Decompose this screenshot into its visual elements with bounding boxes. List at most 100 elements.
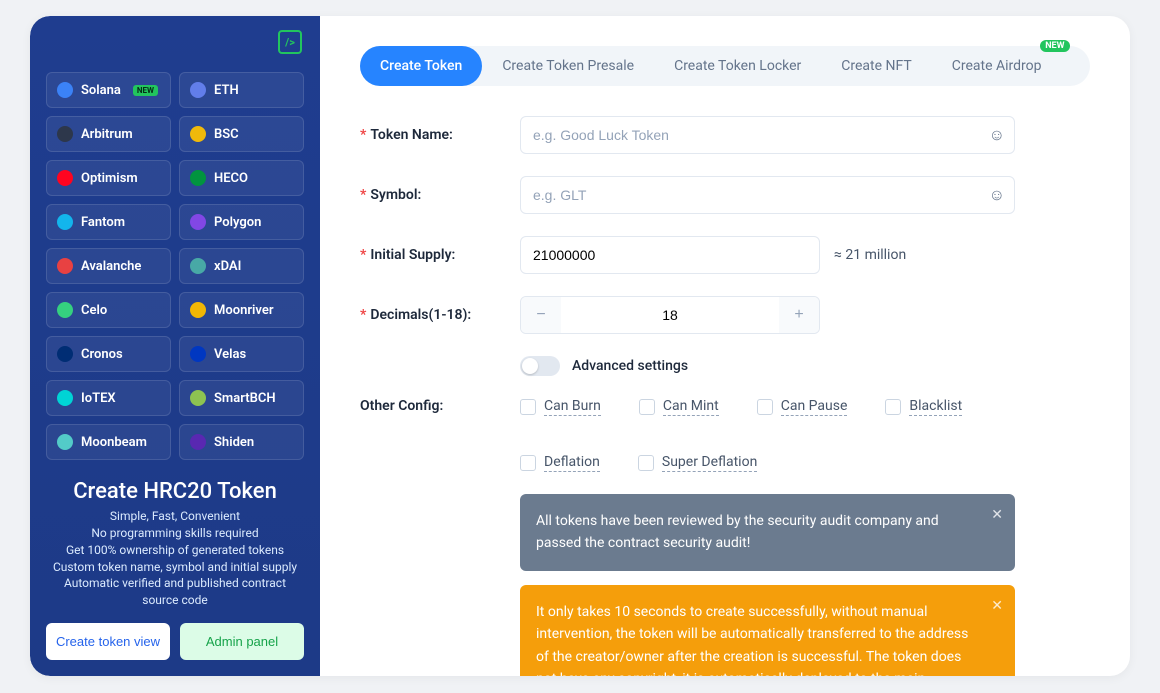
chain-label: Velas xyxy=(214,347,246,362)
chain-icon xyxy=(190,434,206,450)
chain-icon xyxy=(190,390,206,406)
chain-optimism[interactable]: Optimism xyxy=(46,160,171,196)
chain-label: Moonriver xyxy=(214,303,274,318)
chain-icon xyxy=(57,126,73,142)
row-decimals: *Decimals(1-18): − + xyxy=(360,296,1090,334)
chain-label: Moonbeam xyxy=(81,435,147,450)
initial-supply-input[interactable] xyxy=(520,236,820,274)
chain-moonriver[interactable]: Moonriver xyxy=(179,292,304,328)
chain-icon xyxy=(190,170,206,186)
chain-heco[interactable]: HECO xyxy=(179,160,304,196)
decimals-increment-button[interactable]: + xyxy=(779,297,819,333)
chain-icon xyxy=(190,214,206,230)
chain-bsc[interactable]: BSC xyxy=(179,116,304,152)
tab-create-airdrop[interactable]: Create AirdropNEW xyxy=(932,46,1062,86)
tab-create-token-locker[interactable]: Create Token Locker xyxy=(654,46,821,86)
label-initial-supply-text: Initial Supply: xyxy=(370,247,455,263)
chain-eth[interactable]: ETH xyxy=(179,72,304,108)
checkbox[interactable] xyxy=(520,399,536,415)
alert-info: It only takes 10 seconds to create succe… xyxy=(520,585,1015,676)
chain-grid: SolanaNEW ETH Arbitrum BSC Optimism HECO Fanto… xyxy=(46,72,304,467)
sidebar-heading: Create HRC20 Token xyxy=(46,479,304,504)
label-token-name-text: Token Name: xyxy=(370,127,452,143)
token-name-input[interactable] xyxy=(520,116,1015,154)
chain-fantom[interactable]: Fantom xyxy=(46,204,171,240)
alert-info-text: It only takes 10 seconds to create succe… xyxy=(536,604,968,676)
chain-shiden[interactable]: Shiden xyxy=(179,424,304,460)
chain-icon xyxy=(57,82,73,98)
chain-celo[interactable]: Celo xyxy=(46,292,171,328)
label-symbol-text: Symbol: xyxy=(370,187,421,203)
check-label: Can Burn xyxy=(544,398,601,416)
chain-solana[interactable]: SolanaNEW xyxy=(46,72,171,108)
new-badge: NEW xyxy=(1040,40,1069,52)
tab-create-nft[interactable]: Create NFT xyxy=(821,46,931,86)
symbol-input[interactable] xyxy=(520,176,1015,214)
tab-create-token[interactable]: Create Token xyxy=(360,46,482,86)
check-deflation: Deflation xyxy=(520,454,600,472)
checkbox[interactable] xyxy=(757,399,773,415)
other-config-checks: Can BurnCan MintCan PauseBlacklistDeflat… xyxy=(520,398,1015,472)
decimals-input[interactable] xyxy=(561,297,779,333)
chain-smartbch[interactable]: SmartBCH xyxy=(179,380,304,416)
row-initial-supply: *Initial Supply: ≈ 21 million xyxy=(360,236,1090,274)
decimals-decrement-button[interactable]: − xyxy=(521,297,561,333)
chain-icon xyxy=(190,258,206,274)
chain-icon xyxy=(57,346,73,362)
chain-cronos[interactable]: Cronos xyxy=(46,336,171,372)
checkbox[interactable] xyxy=(638,455,654,471)
create-token-view-button[interactable]: Create token view xyxy=(46,623,170,660)
check-label: Can Pause xyxy=(781,398,848,416)
chain-xdai[interactable]: xDAI xyxy=(179,248,304,284)
close-icon[interactable]: ✕ xyxy=(991,504,1003,526)
code-icon[interactable]: /> xyxy=(278,30,302,54)
check-blacklist: Blacklist xyxy=(885,398,962,416)
chain-label: Arbitrum xyxy=(81,127,133,142)
label-other-config: Other Config: xyxy=(360,398,520,414)
check-label: Deflation xyxy=(544,454,600,472)
label-token-name: *Token Name: xyxy=(360,127,520,143)
alert-audit-text: All tokens have been reviewed by the sec… xyxy=(536,513,939,551)
check-label: Super Deflation xyxy=(662,454,757,472)
chain-moonbeam[interactable]: Moonbeam xyxy=(46,424,171,460)
row-advanced: Advanced settings xyxy=(360,356,1090,376)
new-badge: NEW xyxy=(133,85,158,96)
chain-icon xyxy=(190,126,206,142)
chain-polygon[interactable]: Polygon xyxy=(179,204,304,240)
check-super-deflation: Super Deflation xyxy=(638,454,757,472)
admin-panel-button[interactable]: Admin panel xyxy=(180,623,304,660)
chain-label: BSC xyxy=(214,127,239,142)
tab-create-token-presale[interactable]: Create Token Presale xyxy=(482,46,654,86)
checkbox[interactable] xyxy=(639,399,655,415)
alert-audit: All tokens have been reviewed by the sec… xyxy=(520,494,1015,571)
checkbox[interactable] xyxy=(520,455,536,471)
row-token-name: *Token Name: ☺ xyxy=(360,116,1090,154)
label-decimals-text: Decimals(1-18): xyxy=(370,307,471,323)
chain-label: Fantom xyxy=(81,215,125,230)
chain-avalanche[interactable]: Avalanche xyxy=(46,248,171,284)
chain-icon xyxy=(57,434,73,450)
check-label: Blacklist xyxy=(909,398,962,416)
chain-label: Celo xyxy=(81,303,107,318)
emoji-picker-icon[interactable]: ☺ xyxy=(989,125,1005,145)
advanced-settings-toggle[interactable] xyxy=(520,356,560,376)
close-icon[interactable]: ✕ xyxy=(991,595,1003,617)
chain-arbitrum[interactable]: Arbitrum xyxy=(46,116,171,152)
emoji-picker-icon[interactable]: ☺ xyxy=(989,185,1005,205)
chain-label: HECO xyxy=(214,171,248,186)
check-can-pause: Can Pause xyxy=(757,398,848,416)
chain-icon xyxy=(190,82,206,98)
chain-velas[interactable]: Velas xyxy=(179,336,304,372)
advanced-settings-label: Advanced settings xyxy=(572,358,688,374)
chain-icon xyxy=(190,346,206,362)
app-container: /> SolanaNEW ETH Arbitrum BSC Optimism HECO Fa… xyxy=(30,16,1130,676)
tabs: Create TokenCreate Token PresaleCreate T… xyxy=(360,46,1090,86)
chain-label: ETH xyxy=(214,83,239,98)
chain-label: Avalanche xyxy=(81,259,141,274)
check-can-burn: Can Burn xyxy=(520,398,601,416)
sidebar: /> SolanaNEW ETH Arbitrum BSC Optimism HECO Fa… xyxy=(30,16,320,676)
chain-label: Shiden xyxy=(214,435,254,450)
chain-label: SmartBCH xyxy=(214,391,276,406)
chain-iotex[interactable]: IoTEX xyxy=(46,380,171,416)
checkbox[interactable] xyxy=(885,399,901,415)
